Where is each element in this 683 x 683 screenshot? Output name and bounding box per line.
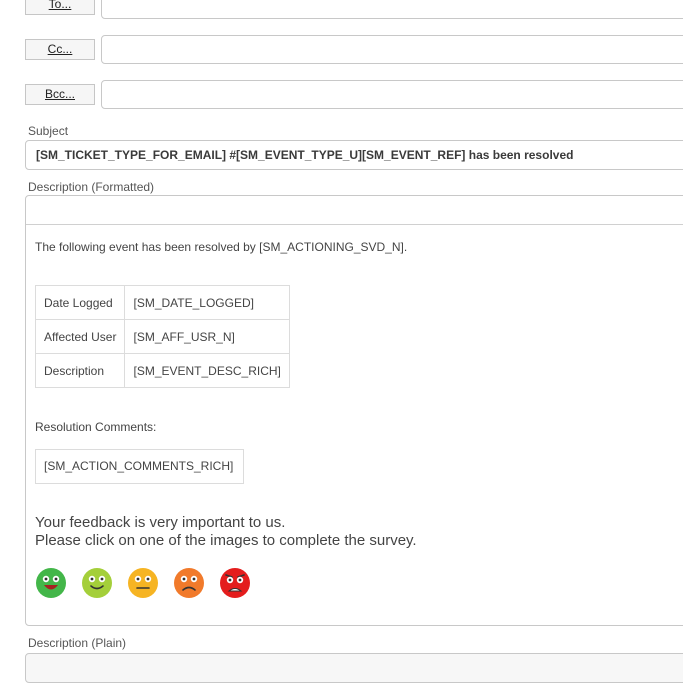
description-plain-input[interactable] <box>25 653 683 683</box>
subject-input[interactable]: [SM_TICKET_TYPE_FOR_EMAIL] #[SM_EVENT_TY… <box>25 140 683 170</box>
cc-field[interactable] <box>101 35 683 64</box>
editor-toolbar <box>26 196 683 225</box>
happy-face-icon[interactable] <box>81 567 113 599</box>
table-cell-key: Description <box>34 353 126 388</box>
sad-face-icon[interactable] <box>173 567 205 599</box>
to-button[interactable]: To... <box>25 0 95 15</box>
description-formatted-label: Description (Formatted) <box>28 180 155 194</box>
to-field[interactable] <box>101 0 683 19</box>
bcc-button[interactable]: Bcc... <box>25 84 95 105</box>
table-row: Affected User [SM_AFF_USR_N] <box>34 319 290 354</box>
bcc-field[interactable] <box>101 80 683 109</box>
neutral-face-icon[interactable] <box>127 567 159 599</box>
table-row: Date Logged [SM_DATE_LOGGED] <box>34 285 290 320</box>
description-plain-label: Description (Plain) <box>28 636 127 650</box>
table-cell-value: [SM_DATE_LOGGED] <box>124 285 290 320</box>
feedback-text: Your feedback is very important to us. P… <box>35 514 417 550</box>
table-cell-value: [SM_EVENT_DESC_RICH] <box>124 353 290 388</box>
table-row: Description [SM_EVENT_DESC_RICH] <box>34 353 290 388</box>
table-cell-key: Affected User <box>34 319 126 354</box>
resolved-intro-text: The following event has been resolved by… <box>35 240 408 254</box>
resolution-comments-label: Resolution Comments: <box>35 420 157 434</box>
resolution-comments-box: [SM_ACTION_COMMENTS_RICH] <box>35 449 244 484</box>
cc-button[interactable]: Cc... <box>25 39 95 60</box>
table-cell-value: [SM_AFF_USR_N] <box>124 319 290 354</box>
description-formatted-editor[interactable]: The following event has been resolved by… <box>25 195 683 626</box>
feedback-line-2: Please click on one of the images to com… <box>35 532 417 549</box>
subject-label: Subject <box>28 124 69 138</box>
event-details-table: Date Logged [SM_DATE_LOGGED] Affected Us… <box>34 285 290 388</box>
feedback-line-1: Your feedback is very important to us. <box>35 514 286 531</box>
table-cell-key: Date Logged <box>34 285 126 320</box>
very-happy-face-icon[interactable] <box>35 567 67 599</box>
angry-face-icon[interactable] <box>219 567 251 599</box>
